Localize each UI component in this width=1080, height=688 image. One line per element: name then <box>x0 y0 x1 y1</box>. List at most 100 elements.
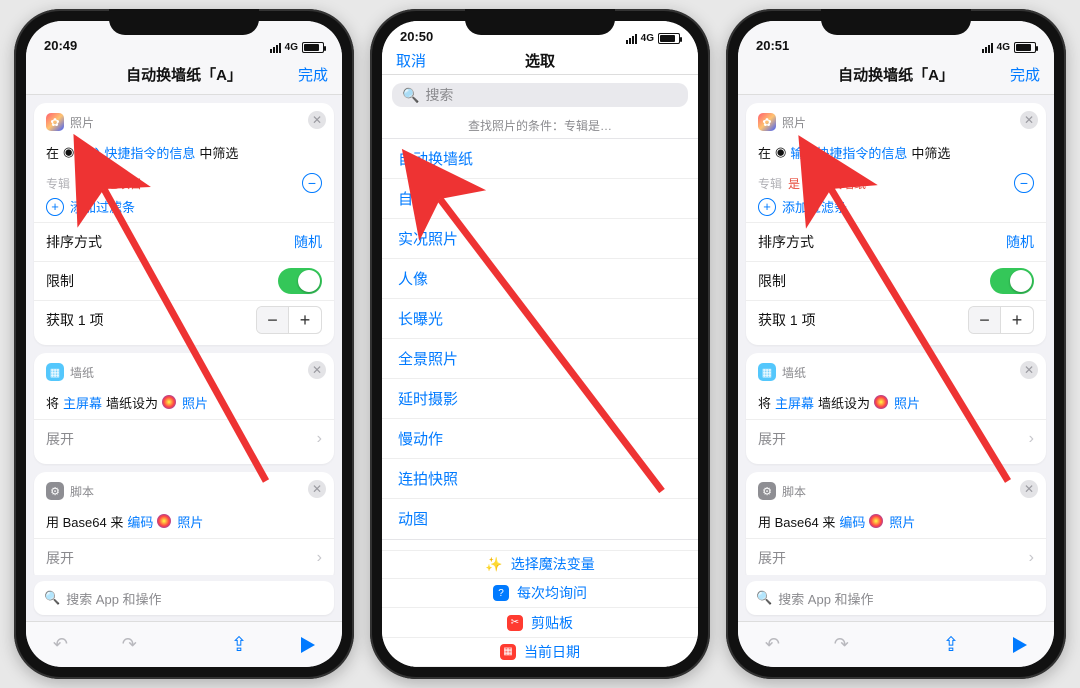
clock: 20:50 <box>400 29 433 44</box>
screen-1: 20:49 4G 自动换墙纸「A」 完成 ✕ ✿ 照片 在 ◉ <box>26 21 342 667</box>
expand-row[interactable]: 展开 › <box>758 541 1034 575</box>
done-button[interactable]: 完成 <box>1010 55 1040 94</box>
list-item[interactable]: 人像 <box>382 259 698 299</box>
share-button[interactable]: ⇪ <box>943 632 960 657</box>
count-stepper[interactable]: −+ <box>968 306 1034 334</box>
undo-button[interactable]: ↶ <box>53 634 68 655</box>
list-item[interactable]: 长曝光 <box>382 299 698 339</box>
filter-row[interactable]: 专辑 是 自动换墙纸 − <box>758 173 1034 193</box>
chevron-right-icon: › <box>317 430 322 448</box>
card-header-script: ⚙ 脚本 <box>758 482 1034 500</box>
home-screen-token[interactable]: 主屏幕 <box>775 393 814 412</box>
photos-token[interactable]: 照片 <box>182 393 208 412</box>
undo-button[interactable]: ↶ <box>765 634 780 655</box>
list-item[interactable]: 自动换墙纸 <box>382 139 698 179</box>
search-placeholder: 搜索 App 和操作 <box>66 589 161 608</box>
clipboard-row[interactable]: ✂ 剪贴板 <box>382 608 698 637</box>
editor-content: ✕ ✿ 照片 在 ◉ 输入快捷指令的信息 中筛选 专辑 是 最近项目 − <box>26 95 342 575</box>
close-icon[interactable]: ✕ <box>308 111 326 129</box>
screen-3: 20:51 4G 自动换墙纸「A」 完成 ✕ ✿ 照片 在 ◉ 输入快 <box>738 21 1054 667</box>
done-button[interactable]: 完成 <box>298 55 328 94</box>
photos-token[interactable]: 照片 <box>894 393 920 412</box>
limit-toggle[interactable] <box>278 268 322 294</box>
home-screen-token[interactable]: 主屏幕 <box>63 393 102 412</box>
search-actions[interactable]: 🔍 搜索 App 和操作 <box>746 581 1046 615</box>
sort-row[interactable]: 排序方式 随机 <box>758 225 1034 259</box>
list-item[interactable]: 自拍 <box>382 179 698 219</box>
clock: 20:49 <box>44 38 77 53</box>
plus-icon: + <box>46 198 64 216</box>
search-icon: 🔍 <box>402 87 419 104</box>
close-icon[interactable]: ✕ <box>1020 480 1038 498</box>
search-actions[interactable]: 🔍 搜索 App 和操作 <box>34 581 334 615</box>
card-header-photos: ✿ 照片 <box>46 113 322 131</box>
list-item[interactable]: 动图 <box>382 499 698 539</box>
list-item[interactable]: 实况照片 <box>382 219 698 259</box>
photos-token-icon <box>869 514 883 528</box>
chevron-right-icon: › <box>317 549 322 567</box>
add-filter-button[interactable]: + 添加过滤条 <box>758 197 1034 216</box>
search-icon: 🔍 <box>44 590 60 606</box>
sort-row[interactable]: 排序方式 随机 <box>46 225 322 259</box>
photos-filter-card: ✕ ✿ 照片 在 ◉ 输入快捷指令的信息 中筛选 专辑 是 自动换墙纸 − <box>746 103 1046 345</box>
nav-bar: 自动换墙纸「A」 完成 <box>26 55 342 95</box>
wand-icon: ✨ <box>485 556 502 573</box>
sort-value: 随机 <box>294 232 322 252</box>
close-icon[interactable]: ✕ <box>308 361 326 379</box>
cancel-button[interactable]: 取消 <box>396 46 426 74</box>
list-item[interactable]: 延时摄影 <box>382 379 698 419</box>
count-stepper[interactable]: −+ <box>256 306 322 334</box>
wallpaper-icon: ▦ <box>758 363 776 381</box>
input-variable-token[interactable]: 输入快捷指令的信息 <box>790 143 907 162</box>
expand-row[interactable]: 展开 › <box>46 422 322 456</box>
filter-op: 是 <box>788 175 800 192</box>
card-header-photos: ✿ 照片 <box>758 113 1034 131</box>
add-filter-button[interactable]: + 添加过滤条 <box>46 197 322 216</box>
limit-toggle[interactable] <box>990 268 1034 294</box>
card-title: 照片 <box>70 114 94 131</box>
filter-key: 专辑 <box>758 175 782 192</box>
ask-icon: ? <box>493 585 509 601</box>
photos-token[interactable]: 照片 <box>889 512 915 531</box>
search-placeholder: 搜索 <box>425 85 453 105</box>
get-count-row: 获取 1 项 −+ <box>758 303 1034 337</box>
share-button[interactable]: ⇪ <box>231 632 248 657</box>
current-date-row[interactable]: ▦ 当前日期 <box>382 638 698 667</box>
editor-content: ✕ ✿ 照片 在 ◉ 输入快捷指令的信息 中筛选 专辑 是 自动换墙纸 − <box>738 95 1054 575</box>
wallpaper-sentence: 将 主屏幕 墙纸设为 照片 <box>46 387 322 417</box>
encode-token[interactable]: 编码 <box>127 512 153 531</box>
filter-value: 自动换墙纸 <box>806 175 866 192</box>
bullet-icon: ◉ <box>775 144 786 160</box>
clock: 20:51 <box>756 38 789 53</box>
list-item[interactable]: 慢动作 <box>382 419 698 459</box>
status-right: 4G <box>982 42 1036 53</box>
expand-row[interactable]: 展开 › <box>758 422 1034 456</box>
script-icon: ⚙ <box>758 482 776 500</box>
battery-icon <box>658 33 680 44</box>
nav-title: 选取 <box>525 50 555 71</box>
filter-row[interactable]: 专辑 是 最近项目 − <box>46 173 322 193</box>
magic-variable-row[interactable]: ✨ 选择魔法变量 <box>382 550 698 580</box>
close-icon[interactable]: ✕ <box>308 480 326 498</box>
list-item[interactable]: 全景照片 <box>382 339 698 379</box>
redo-button[interactable]: ↷ <box>834 634 849 655</box>
close-icon[interactable]: ✕ <box>1020 111 1038 129</box>
search-field[interactable]: 🔍 搜索 <box>392 83 688 106</box>
input-variable-token[interactable]: 输入快捷指令的信息 <box>78 143 195 162</box>
list-item[interactable]: 连拍快照 <box>382 459 698 499</box>
close-icon[interactable]: ✕ <box>1020 361 1038 379</box>
battery-icon <box>1014 42 1036 53</box>
remove-filter-icon[interactable]: − <box>302 173 322 193</box>
remove-filter-icon[interactable]: − <box>1014 173 1034 193</box>
notch <box>465 9 615 35</box>
encode-token[interactable]: 编码 <box>839 512 865 531</box>
phone-1: 20:49 4G 自动换墙纸「A」 完成 ✕ ✿ 照片 在 ◉ <box>14 9 354 679</box>
redo-button[interactable]: ↷ <box>122 634 137 655</box>
ask-each-time-row[interactable]: ? 每次均询问 <box>382 579 698 608</box>
run-button[interactable] <box>301 637 315 653</box>
expand-row[interactable]: 展开 › <box>46 541 322 575</box>
notch <box>109 9 259 35</box>
run-button[interactable] <box>1013 637 1027 653</box>
script-card: ✕ ⚙ 脚本 用 Base64 来 编码 照片 展开 › <box>746 472 1046 575</box>
photos-token[interactable]: 照片 <box>177 512 203 531</box>
